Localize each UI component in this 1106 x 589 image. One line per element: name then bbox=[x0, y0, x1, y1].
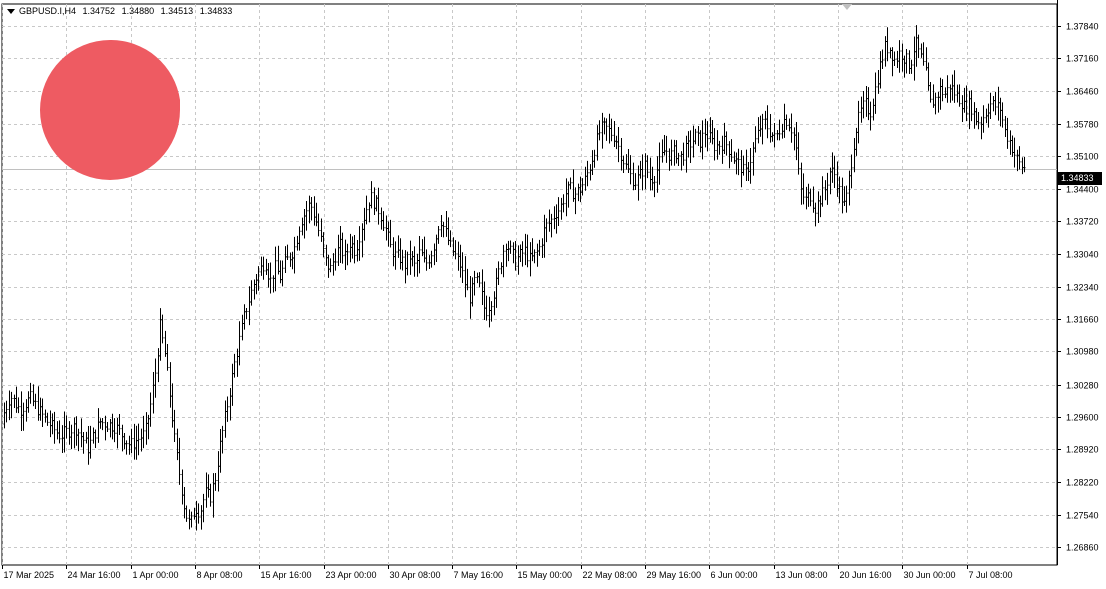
y-tick-label: 1.31660 bbox=[1066, 315, 1099, 325]
y-tick-label: 1.33720 bbox=[1066, 217, 1099, 227]
y-tick-label: 1.36460 bbox=[1066, 87, 1099, 97]
low-value: 1.34513 bbox=[160, 6, 194, 16]
y-tick-label: 1.30280 bbox=[1066, 381, 1099, 391]
high-value: 1.34880 bbox=[121, 6, 155, 16]
price-axis-border bbox=[1057, 0, 1058, 565]
close-value: 1.34833 bbox=[199, 6, 233, 16]
x-tick-label: 30 Jun 00:00 bbox=[904, 570, 956, 580]
y-tick-label: 1.30980 bbox=[1066, 347, 1099, 357]
y-tick-label: 1.33040 bbox=[1066, 250, 1099, 260]
y-tick-label: 1.28220 bbox=[1066, 478, 1099, 488]
x-tick-label: 6 Jun 00:00 bbox=[711, 570, 758, 580]
y-tick-label: 1.35780 bbox=[1066, 120, 1099, 130]
x-tick-label: 20 Jun 16:00 bbox=[840, 570, 892, 580]
chevron-down-icon[interactable] bbox=[7, 9, 15, 15]
x-tick-label: 15 Apr 16:00 bbox=[261, 570, 312, 580]
x-tick-label: 8 Apr 08:00 bbox=[197, 570, 243, 580]
current-price-tag: 1.34833 bbox=[1058, 172, 1102, 185]
x-tick-label: 29 May 16:00 bbox=[647, 570, 702, 580]
brand-logo bbox=[40, 40, 180, 180]
x-tick-label: 30 Apr 08:00 bbox=[390, 570, 441, 580]
x-tick-label: 7 May 16:00 bbox=[454, 570, 504, 580]
y-tick-label: 1.37160 bbox=[1066, 54, 1099, 64]
y-tick-label: 1.28920 bbox=[1066, 445, 1099, 455]
chart-window[interactable]: 1.37840 1.37160 1.36460 1.35780 1.35100 1.344… bbox=[0, 0, 1106, 589]
y-tick-label: 1.34400 bbox=[1066, 185, 1099, 195]
x-tick-label: 24 Mar 16:00 bbox=[68, 570, 121, 580]
y-tick-label: 1.26860 bbox=[1066, 543, 1099, 553]
x-tick-label: 15 May 00:00 bbox=[518, 570, 573, 580]
open-value: 1.34752 bbox=[82, 6, 116, 16]
logo-ring bbox=[40, 40, 180, 180]
x-tick-label: 22 May 08:00 bbox=[583, 570, 638, 580]
y-tick-label: 1.27540 bbox=[1066, 511, 1099, 521]
x-tick-label: 1 Apr 00:00 bbox=[133, 570, 179, 580]
x-tick-label: 13 Jun 08:00 bbox=[776, 570, 828, 580]
symbol-label: GBPUSD.I,H4 bbox=[19, 6, 77, 16]
y-tick-label: 1.32340 bbox=[1066, 283, 1099, 293]
chart-shift-icon[interactable] bbox=[842, 4, 852, 10]
x-tick-label: 17 Mar 2025 bbox=[4, 570, 55, 580]
x-tick-label: 23 Apr 00:00 bbox=[326, 570, 377, 580]
y-tick-label: 1.37840 bbox=[1066, 22, 1099, 32]
y-tick-label: 1.29600 bbox=[1066, 413, 1099, 423]
symbol-info-bar: GBPUSD.I,H4 1.34752 1.34880 1.34513 1.34… bbox=[7, 6, 236, 16]
x-tick-label: 7 Jul 08:00 bbox=[969, 570, 1013, 580]
y-tick-label: 1.35100 bbox=[1066, 152, 1099, 162]
